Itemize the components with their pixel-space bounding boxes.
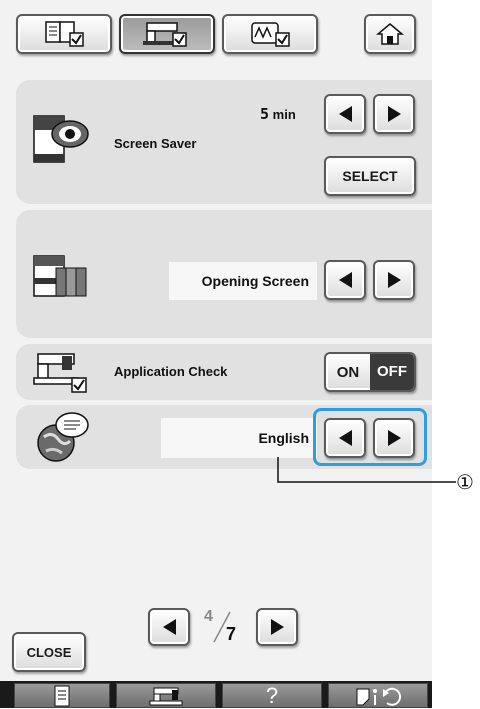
sewing-machine-icon <box>149 687 183 705</box>
opening-screen-value: Opening Screen <box>169 262 317 300</box>
application-check-icon <box>33 353 87 393</box>
tab-sewing-settings[interactable] <box>16 14 112 54</box>
arrow-right-icon <box>387 106 401 122</box>
page-total: 7 <box>226 624 237 644</box>
document-button[interactable] <box>14 683 110 708</box>
page-next-button[interactable] <box>256 608 298 646</box>
bottom-toolbar: ? <box>0 681 432 708</box>
screen-saver-time-value: 5 <box>260 105 270 123</box>
presser-foot-button[interactable] <box>328 683 428 708</box>
close-button[interactable]: CLOSE <box>12 632 86 672</box>
screen-saver-time-unit: min <box>272 107 296 122</box>
screen-saver-increase-button[interactable] <box>373 94 415 134</box>
tab-machine-settings[interactable] <box>119 14 215 54</box>
machine-settings-icon <box>143 22 187 47</box>
opening-screen-icon <box>33 255 87 297</box>
document-icon <box>54 685 70 706</box>
arrow-left-icon <box>338 106 352 122</box>
home-button[interactable] <box>364 14 416 54</box>
toggle-on-label: ON <box>336 363 360 381</box>
arrow-right-icon <box>270 619 284 635</box>
opening-screen-next-button[interactable] <box>373 260 415 300</box>
tab-embroidery-settings[interactable] <box>222 14 318 54</box>
language-value: English <box>161 418 317 458</box>
arrow-left-icon <box>162 619 176 635</box>
help-button[interactable]: ? <box>222 683 322 708</box>
screen-saver-time: 5 min <box>260 105 296 123</box>
application-check-label: Application Check <box>114 364 228 379</box>
application-check-panel: Application Check ON OFF <box>16 344 432 400</box>
screen-saver-panel: Screen Saver 5 min SELECT <box>16 80 432 204</box>
toggle-off-label: OFF <box>370 354 414 390</box>
screen-saver-select-button[interactable]: SELECT <box>324 156 416 196</box>
manual-settings-icon <box>45 21 84 47</box>
screen-saver-label: Screen Saver <box>114 136 197 151</box>
callout-leader-line <box>277 457 456 483</box>
callout-number: ① <box>456 472 474 494</box>
sewing-machine-button[interactable] <box>116 683 216 708</box>
arrow-left-icon <box>338 272 352 288</box>
presser-foot-icon <box>356 687 402 706</box>
help-icon: ? <box>265 682 279 708</box>
opening-screen-previous-button[interactable] <box>324 260 366 300</box>
page-previous-button[interactable] <box>148 608 190 646</box>
application-check-toggle[interactable]: ON OFF <box>324 352 416 392</box>
language-globe-icon <box>37 412 89 462</box>
screen-saver-decrease-button[interactable] <box>324 94 366 134</box>
opening-screen-panel: Opening Screen <box>16 210 432 338</box>
page-indicator: 4 7 <box>196 606 250 646</box>
arrow-right-icon <box>387 272 401 288</box>
home-icon <box>376 23 404 45</box>
embroidery-settings-icon <box>251 22 290 47</box>
screen-saver-icon <box>33 115 89 163</box>
